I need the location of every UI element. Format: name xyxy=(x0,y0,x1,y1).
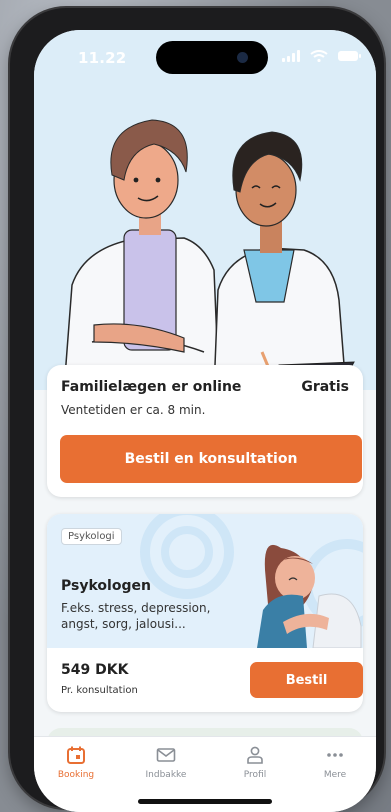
phone-frame: 11.22 Familielægen er online Gratis Vent… xyxy=(10,8,384,812)
calendar-icon xyxy=(67,746,85,764)
online-doctor-card: Familielægen er online Gratis Ventetiden… xyxy=(47,365,363,497)
psychologist-description: F.eks. stress, depression, angst, sorg, … xyxy=(61,601,211,631)
book-consultation-button[interactable]: Bestil en konsultation xyxy=(60,435,362,483)
envelope-icon xyxy=(156,748,176,762)
embrace-illustration xyxy=(257,544,362,648)
more-dots-icon xyxy=(327,753,343,757)
tab-more[interactable]: Mere xyxy=(300,745,370,780)
tab-label: Booking xyxy=(57,770,95,780)
psychologist-card[interactable]: Psykologi Psykologen F.eks. stress, depr… xyxy=(47,514,363,712)
book-psychologist-button[interactable]: Bestil xyxy=(250,662,363,698)
psychologist-price: 549 DKK xyxy=(61,662,129,678)
tab-inbox[interactable]: Indbakke xyxy=(131,745,201,780)
app-screen: 11.22 Familielægen er online Gratis Vent… xyxy=(34,30,376,812)
doctors-illustration xyxy=(63,119,355,390)
signal-icon xyxy=(282,50,302,62)
wait-time-text: Ventetiden er ca. 8 min. xyxy=(61,403,206,417)
online-price: Gratis xyxy=(301,379,349,395)
psychologist-title: Psykologen xyxy=(61,578,151,594)
hero-illustration-area: 11.22 xyxy=(34,30,376,390)
tab-label: Mere xyxy=(323,770,347,780)
category-tag: Psykologi xyxy=(61,528,122,545)
tab-label: Profil xyxy=(243,770,267,780)
online-title: Familielægen er online xyxy=(61,379,242,395)
psychologist-card-banner: Psykologi Psykologen F.eks. stress, depr… xyxy=(47,514,363,648)
price-unit: Pr. konsultation xyxy=(61,685,138,696)
tab-label: Indbakke xyxy=(145,770,187,780)
home-indicator xyxy=(138,799,272,804)
camera-icon xyxy=(237,52,248,63)
person-icon xyxy=(247,746,263,764)
tab-booking[interactable]: Booking xyxy=(41,745,111,780)
dynamic-island xyxy=(156,41,268,74)
wifi-icon xyxy=(310,50,328,62)
status-time: 11.22 xyxy=(78,49,127,67)
tab-profile[interactable]: Profil xyxy=(220,745,290,780)
battery-icon xyxy=(338,51,361,61)
